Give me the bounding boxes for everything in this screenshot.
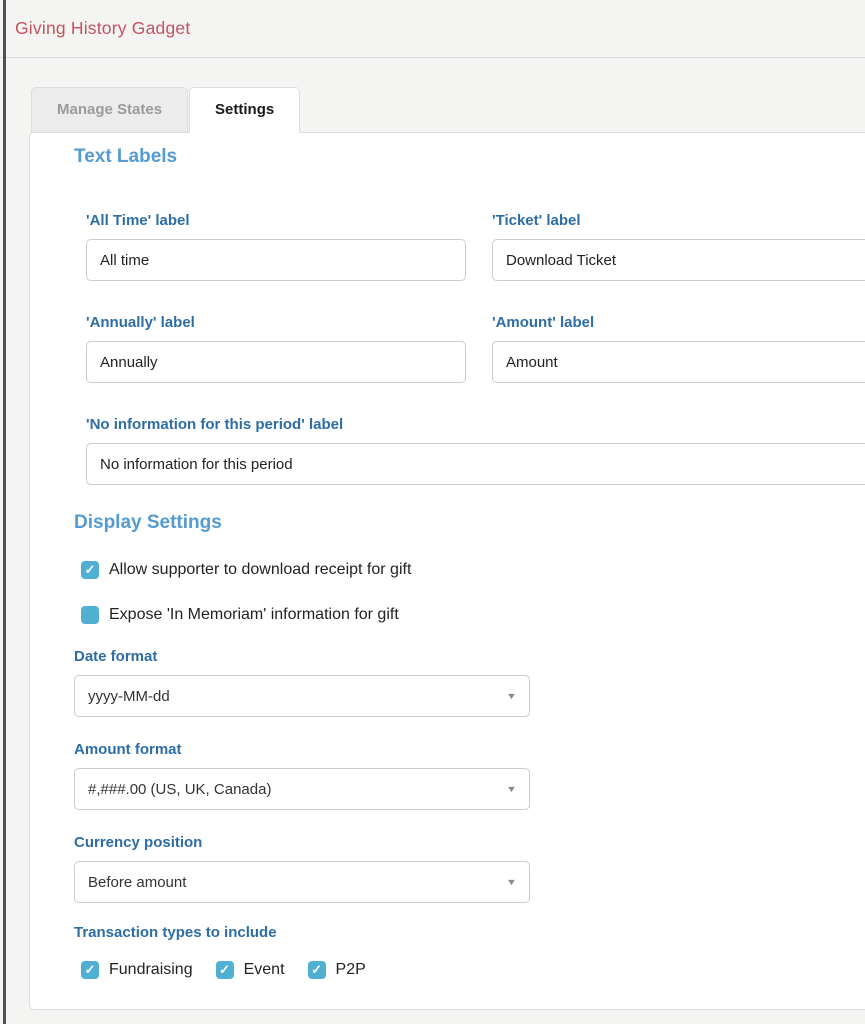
section-title-text-labels: Text Labels: [74, 146, 865, 168]
checkbox-row-in-memoriam: ✓ Expose 'In Memoriam' information for g…: [81, 606, 865, 624]
settings-panel: Text Labels 'All Time' label 'Ticket' la…: [29, 132, 865, 1010]
chevron-down-icon: ▼: [506, 691, 517, 701]
field-label-all-time: 'All Time' label: [86, 212, 466, 229]
section-title-display-settings: Display Settings: [74, 512, 865, 534]
amount-label-input[interactable]: [492, 341, 865, 383]
checkbox-label: Event: [244, 961, 285, 979]
tab-label: Settings: [215, 101, 274, 118]
selected-value: Before amount: [88, 874, 186, 891]
check-icon: ✓: [311, 963, 322, 976]
currency-position-group: Currency position Before amount ▼: [74, 834, 865, 903]
check-icon: ✓: [85, 563, 96, 576]
p2p-checkbox[interactable]: ✓: [308, 961, 326, 979]
field-ticket: 'Ticket' label: [492, 212, 865, 281]
date-format-select[interactable]: yyyy-MM-dd ▼: [74, 675, 530, 717]
currency-position-label: Currency position: [74, 834, 865, 851]
checkbox-label: Allow supporter to download receipt for …: [109, 561, 411, 579]
download-receipt-checkbox[interactable]: ✓: [81, 561, 99, 579]
annually-label-input[interactable]: [86, 341, 466, 383]
field-all-time: 'All Time' label: [86, 212, 466, 281]
checkbox-label: Expose 'In Memoriam' information for gif…: [109, 606, 399, 624]
field-no-information: 'No information for this period' label: [86, 416, 865, 485]
date-format-group: Date format yyyy-MM-dd ▼: [74, 648, 865, 717]
ticket-label-input[interactable]: [492, 239, 865, 281]
tab-bar: Manage States Settings: [31, 87, 865, 133]
page-title: Giving History Gadget: [15, 18, 190, 39]
fundraising-checkbox[interactable]: ✓: [81, 961, 99, 979]
field-label-annually: 'Annually' label: [86, 314, 466, 331]
selected-value: yyyy-MM-dd: [88, 688, 170, 705]
app-header: Giving History Gadget: [0, 0, 865, 58]
check-icon: ✓: [85, 963, 96, 976]
all-time-label-input[interactable]: [86, 239, 466, 281]
amount-format-group: Amount format #,###.00 (US, UK, Canada) …: [74, 741, 865, 810]
checkbox-row-download-receipt: ✓ Allow supporter to download receipt fo…: [81, 561, 865, 579]
window-edge-line: [3, 0, 6, 1024]
checkbox-label: Fundraising: [109, 961, 193, 979]
transaction-types-row: ✓ Fundraising ✓ Event ✓ P2P: [81, 961, 865, 979]
field-label-no-information: 'No information for this period' label: [86, 416, 865, 433]
tab-manage-states[interactable]: Manage States: [31, 87, 188, 133]
tab-label: Manage States: [57, 101, 162, 118]
transaction-type-event: ✓ Event: [216, 961, 285, 979]
checkbox-label: P2P: [336, 961, 366, 979]
chevron-down-icon: ▼: [506, 877, 517, 887]
text-labels-fields: 'All Time' label 'Ticket' label 'Annuall…: [86, 212, 865, 485]
transaction-types-label: Transaction types to include: [74, 924, 865, 941]
date-format-label: Date format: [74, 648, 865, 665]
amount-format-select[interactable]: #,###.00 (US, UK, Canada) ▼: [74, 768, 530, 810]
currency-position-select[interactable]: Before amount ▼: [74, 861, 530, 903]
amount-format-label: Amount format: [74, 741, 865, 758]
tab-settings[interactable]: Settings: [189, 87, 300, 133]
transaction-type-fundraising: ✓ Fundraising: [81, 961, 193, 979]
transaction-type-p2p: ✓ P2P: [308, 961, 366, 979]
field-amount: 'Amount' label: [492, 314, 865, 383]
field-annually: 'Annually' label: [86, 314, 466, 383]
event-checkbox[interactable]: ✓: [216, 961, 234, 979]
check-icon: ✓: [219, 963, 230, 976]
field-label-amount: 'Amount' label: [492, 314, 865, 331]
field-row: 'All Time' label 'Ticket' label: [86, 212, 865, 281]
selected-value: #,###.00 (US, UK, Canada): [88, 781, 271, 798]
chevron-down-icon: ▼: [506, 784, 517, 794]
in-memoriam-checkbox[interactable]: ✓: [81, 606, 99, 624]
no-information-label-input[interactable]: [86, 443, 865, 485]
field-label-ticket: 'Ticket' label: [492, 212, 865, 229]
field-row: 'Annually' label 'Amount' label: [86, 314, 865, 383]
